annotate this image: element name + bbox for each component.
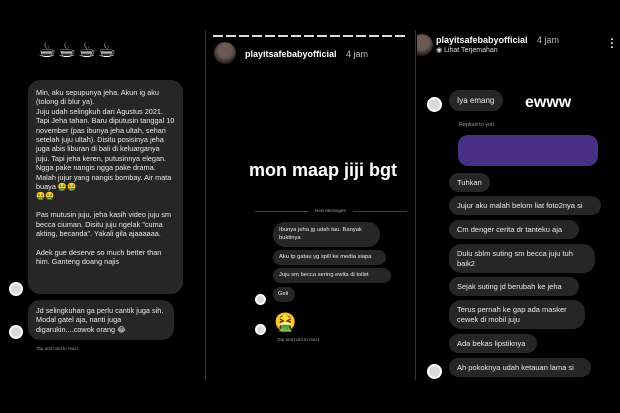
panel-divider [205, 30, 206, 380]
story-panel-right: playitsafebabyofficial 4 jam ◉ Lihat Ter… [417, 0, 620, 413]
replied-story-preview[interactable] [458, 135, 598, 166]
new-messages-line [353, 211, 407, 212]
sender-avatar [9, 325, 23, 339]
replied-label: Replied to you [459, 122, 495, 128]
message-bubble[interactable]: Aku tp gatau yg spill ke media siapa [273, 250, 386, 265]
story-panel-left: ☕☕☕☕ Min, aku sepupunya jeha. Akun ig ak… [0, 0, 203, 413]
vomit-emoji: 🤮 [274, 312, 297, 332]
profile-avatar[interactable] [214, 42, 236, 64]
translate-link[interactable]: ◉ Lihat Terjemahan [436, 46, 498, 54]
message-bubble[interactable]: Juju sm becca sering ewita di toilet [273, 268, 391, 283]
message-bubble[interactable]: Geli [273, 287, 295, 302]
sender-avatar [427, 97, 442, 112]
story-panel-middle: playitsafebabyofficial 4 jam mon maap ji… [207, 0, 415, 413]
message-bubble[interactable]: Jujur aku malah belom liat foto2nya si [449, 196, 601, 215]
post-time: 4 jam [537, 35, 560, 45]
sender-avatar [255, 324, 266, 335]
sender-avatar [427, 364, 442, 379]
new-messages-line [255, 211, 309, 212]
coffee-emoji-row: ☕☕☕☕ [38, 40, 118, 62]
more-options-icon[interactable]: · · · [610, 35, 614, 54]
sender-avatar [9, 282, 23, 296]
message-bubble-short[interactable]: Jd selingkuhan ga perlu cantik juga sih.… [28, 300, 174, 340]
message-bubble[interactable]: Sejak suting jd berubah ke jeha [449, 277, 579, 296]
message-bubble[interactable]: Ah pokoknya udah ketauan lama si [449, 358, 591, 377]
username[interactable]: playitsafebabyofficial [436, 35, 528, 45]
story-progress-bar [213, 35, 407, 37]
tap-hold-hint: Tap and hold to react [36, 346, 79, 351]
story-caption: ewww [525, 94, 572, 111]
new-messages-label: New Messages [315, 208, 346, 213]
message-bubble[interactable]: Tuhkan [449, 173, 490, 192]
message-bubble-long[interactable]: Min, aku sepupunya jeha. Akun ig aku (to… [28, 80, 183, 294]
globe-icon: ◉ [436, 47, 445, 54]
profile-avatar[interactable] [417, 34, 433, 56]
message-bubble[interactable]: Ibunya jeha jg udah tau. Banyak buktinya [273, 222, 380, 247]
message-bubble[interactable]: Cm denger cerita dr tanteku aja [449, 220, 579, 239]
tap-hold-hint: Tap and hold to react [277, 337, 320, 342]
message-bubble[interactable]: Ada bekas lipstiknya [449, 334, 537, 353]
message-bubble[interactable]: Dulu sblm suting sm becca juju tuh baik2 [449, 244, 595, 273]
story-caption: mon maap jiji bgt [249, 160, 398, 180]
message-bubble[interactable]: Terus pernah ke gap ada masker cewek di … [449, 300, 585, 329]
sender-avatar [255, 294, 266, 305]
username[interactable]: playitsafebabyofficial [245, 49, 337, 59]
panel-divider [415, 30, 416, 380]
post-time: 4 jam [346, 49, 369, 59]
message-bubble[interactable]: Iya emang [449, 90, 503, 111]
